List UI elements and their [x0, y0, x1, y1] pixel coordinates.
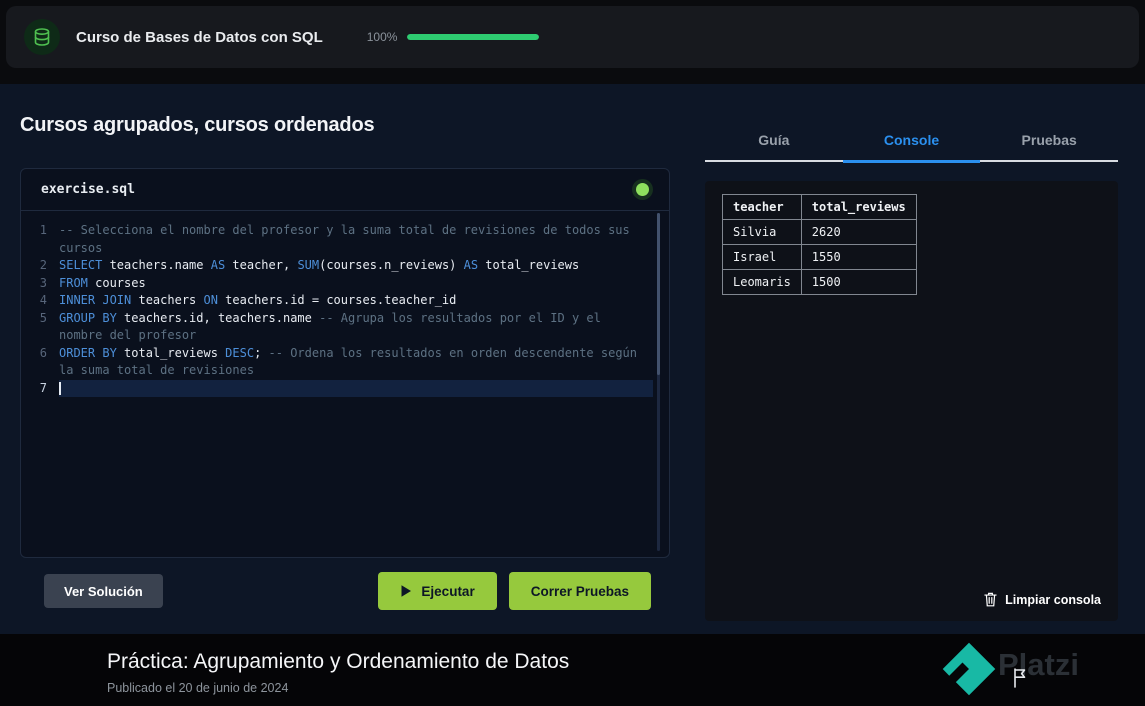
code-line[interactable]: 6 ORDER BY total_reviews DESC; -- Ordena … [21, 345, 653, 380]
code-line[interactable]: 5 GROUP BY teachers.id, teachers.name -- … [21, 310, 653, 345]
console-row: Silvia 2620 [722, 219, 917, 245]
console-header-row: teacher total_reviews [722, 194, 917, 220]
run-tests-button[interactable]: Correr Pruebas [508, 572, 651, 610]
sql-editor[interactable]: exercise.sql 1 -- Selecciona el nombre de… [20, 168, 670, 558]
clear-console-label: Limpiar consola [1005, 592, 1101, 607]
line-text: GROUP BY teachers.id, teachers.name -- A… [59, 310, 609, 343]
lesson-title: Práctica: Agrupamiento y Ordenamiento de… [107, 650, 570, 673]
code-area[interactable]: 1 -- Selecciona el nombre del profesor y … [21, 212, 653, 555]
platzi-logo-icon [942, 642, 996, 696]
line-text: SELECT teachers.name AS teacher, SUM(cou… [59, 258, 580, 272]
console-row: Israel 1550 [722, 244, 917, 270]
editor-actions: Ver Solución Ejecutar Correr Pruebas [20, 572, 670, 610]
line-text: -- Selecciona el nombre del profesor y l… [59, 223, 637, 255]
code-line[interactable]: 4 INNER JOIN teachers ON teachers.id = co… [21, 292, 653, 310]
editor-status-dot [636, 183, 649, 196]
main-panel: Cursos agrupados, cursos ordenados exerc… [0, 84, 1145, 634]
line-number: 6 [39, 345, 47, 360]
console-cell: Leomaris [722, 269, 802, 295]
console-col-header: total_reviews [800, 194, 917, 220]
run-button-label: Ejecutar [421, 583, 475, 599]
published-date: Publicado el 20 de junio de 2024 [107, 681, 289, 695]
exercise-title: Cursos agrupados, cursos ordenados [20, 114, 375, 136]
line-text: ORDER BY total_reviews DESC; -- Ordena l… [59, 345, 645, 378]
trash-icon [984, 592, 997, 607]
progress-fill [407, 34, 540, 40]
console-col-header: teacher [722, 194, 802, 220]
editor-scrollbar[interactable] [657, 213, 660, 551]
line-number: 1 [39, 223, 47, 237]
platzi-wordmark: Platzi [998, 647, 1079, 682]
tab-guia[interactable]: Guía [705, 120, 843, 160]
line-number: 3 [39, 275, 47, 290]
console-cell: 1500 [800, 269, 917, 295]
text-cursor [59, 381, 61, 395]
tab-pruebas[interactable]: Pruebas [980, 120, 1118, 160]
topbar: Curso de Bases de Datos con SQL 100% [6, 6, 1139, 68]
database-icon [34, 28, 50, 46]
code-line[interactable]: 1 -- Selecciona el nombre del profesor y … [21, 222, 653, 257]
editor-filename: exercise.sql [41, 182, 135, 197]
code-line[interactable]: 7 [21, 379, 653, 397]
course-badge[interactable] [24, 19, 60, 55]
view-solution-button[interactable]: Ver Solución [44, 574, 163, 608]
panel-tabs: Guía Console Pruebas [705, 120, 1118, 163]
flag-icon[interactable] [1012, 667, 1028, 688]
line-text: FROM courses [59, 275, 146, 290]
clear-console-button[interactable]: Limpiar consola [984, 592, 1101, 607]
console-cell: Silvia [722, 219, 802, 245]
line-number: 4 [39, 293, 47, 307]
code-line[interactable]: 3 FROM courses [21, 275, 653, 293]
console-cell: 2620 [800, 219, 917, 245]
console-result-table: teacher total_reviews Silvia 2620 Israel 1550… [722, 194, 917, 295]
run-button[interactable]: Ejecutar [378, 572, 497, 610]
line-text: INNER JOIN teachers ON teachers.id = cou… [59, 293, 457, 307]
course-title: Curso de Bases de Datos con SQL [76, 28, 323, 46]
line-number: 2 [39, 258, 47, 272]
footer: Práctica: Agrupamiento y Ordenamiento de… [0, 634, 1145, 706]
progress-bar [407, 34, 540, 40]
line-text [59, 379, 653, 397]
editor-header: exercise.sql [21, 169, 669, 211]
line-number: 5 [39, 310, 47, 325]
console-panel: teacher total_reviews Silvia 2620 Israel 1550… [705, 181, 1118, 621]
console-cell: 1550 [800, 244, 917, 270]
play-icon [401, 585, 412, 597]
line-number: 7 [39, 380, 47, 395]
tab-console[interactable]: Console [842, 120, 981, 163]
console-row: Leomaris 1500 [722, 269, 917, 295]
app-window: Curso de Bases de Datos con SQL 100% Cur… [0, 0, 1145, 706]
code-line[interactable]: 2 SELECT teachers.name AS teacher, SUM(co… [21, 257, 653, 275]
scrollbar-thumb[interactable] [657, 213, 660, 376]
progress-label: 100% [366, 30, 398, 44]
console-cell: Israel [722, 244, 802, 270]
